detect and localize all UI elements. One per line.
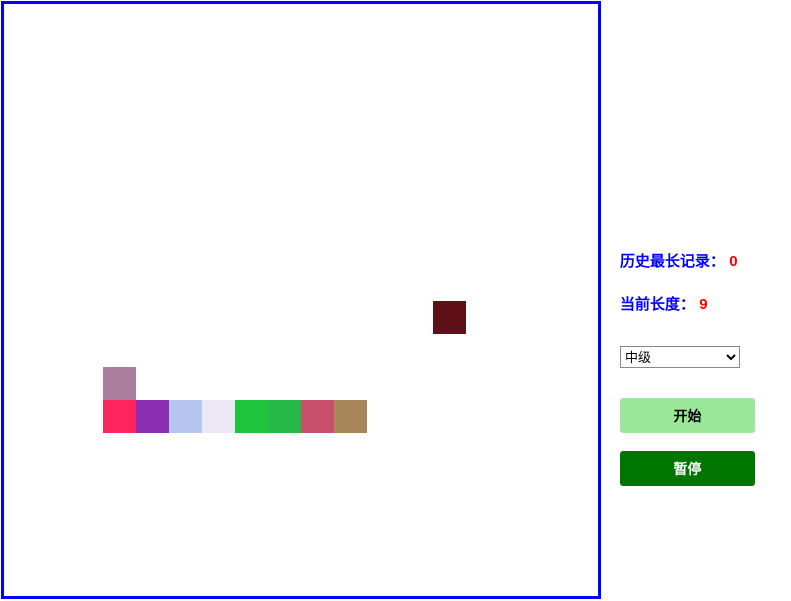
current-length-label: 当前长度： [620,296,695,313]
snake-head [103,367,136,400]
current-length-row: 当前长度： 9 [620,293,780,314]
difficulty-select[interactable]: 初级中级高级 [620,346,740,368]
high-score-label: 历史最长记录： [620,253,725,270]
game-board [1,1,601,599]
snake-segment [136,400,169,433]
snake-segment [334,400,367,433]
snake-segment [169,400,202,433]
food-cell [433,301,466,334]
side-panel: 历史最长记录： 0 当前长度： 9 初级中级高级 开始 暂停 [620,250,780,504]
snake-segment [268,400,301,433]
snake-segment [235,400,268,433]
snake-segment [202,400,235,433]
start-button[interactable]: 开始 [620,398,755,433]
high-score-row: 历史最长记录： 0 [620,250,780,271]
high-score-value: 0 [729,253,737,270]
snake-segment [103,400,136,433]
pause-button[interactable]: 暂停 [620,451,755,486]
current-length-value: 9 [699,296,707,313]
snake-segment [301,400,334,433]
